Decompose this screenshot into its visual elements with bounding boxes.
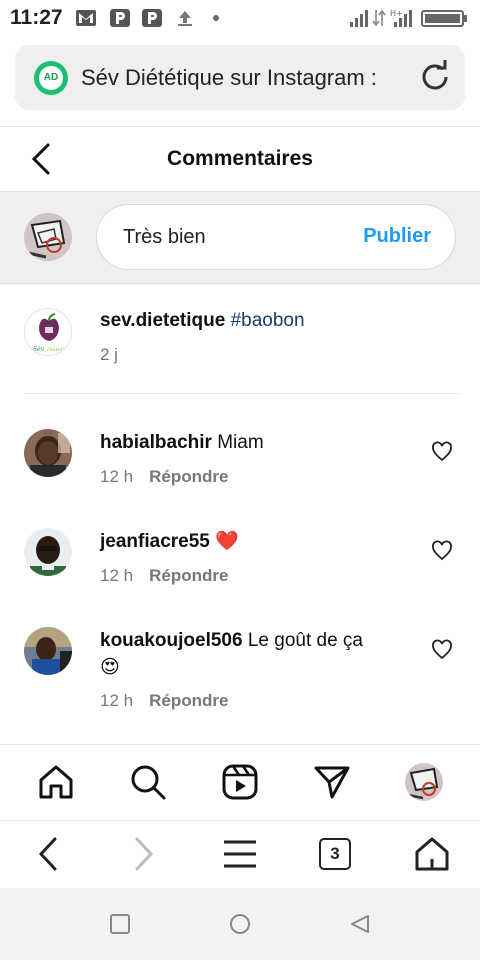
comment-username[interactable]: kouakoujoel506 bbox=[100, 630, 243, 651]
signal-icon bbox=[350, 10, 368, 27]
status-time: 11:27 bbox=[10, 6, 63, 29]
browser-toolbar: 3 bbox=[0, 820, 480, 888]
comment-text: jeanfiacre55 ❤️ bbox=[100, 528, 400, 555]
heart-outline-icon[interactable] bbox=[430, 440, 454, 464]
site-badge-icon: AD bbox=[34, 61, 68, 95]
site-badge-text: AD bbox=[39, 66, 63, 90]
heart-outline-icon[interactable] bbox=[430, 638, 454, 662]
comment-meta: 12 h Répondre bbox=[100, 467, 228, 487]
bottom-nav bbox=[0, 744, 480, 820]
comment-composer: Très bien Publier bbox=[0, 192, 480, 284]
caption-time: 2 j bbox=[100, 345, 118, 364]
comment-item: jeanfiacre55 ❤️ 12 h Répondre bbox=[24, 528, 454, 598]
reels-icon[interactable] bbox=[221, 763, 259, 801]
comment-item: kouakoujoel506 Le goût de ça 😍 12 h Répon… bbox=[24, 627, 454, 717]
page-title: Commentaires bbox=[167, 147, 313, 170]
gmail-icon bbox=[76, 10, 96, 26]
comment-time: 12 h bbox=[100, 566, 134, 585]
battery-icon bbox=[421, 10, 467, 27]
status-bar: 11:27 H+ bbox=[0, 0, 480, 36]
back-icon[interactable] bbox=[30, 835, 68, 873]
comment-username[interactable]: jeanfiacre55 bbox=[100, 531, 210, 552]
reply-button[interactable]: Répondre bbox=[149, 467, 228, 486]
heart-outline-icon[interactable] bbox=[430, 539, 454, 563]
svg-text:Sév: Sév bbox=[33, 346, 45, 353]
back-triangle-icon[interactable] bbox=[349, 913, 371, 935]
comment-meta: 12 h Répondre bbox=[100, 691, 228, 711]
search-icon[interactable] bbox=[129, 763, 167, 801]
screen: 11:27 H+ AD Sév Diététique sur Instagram… bbox=[0, 0, 480, 960]
comment-item: habialbachir Miam 12 h Répondre bbox=[24, 429, 454, 499]
comment-body: Miam bbox=[217, 432, 264, 453]
caption-username[interactable]: sev.dietetique bbox=[100, 310, 225, 331]
svg-text:H+: H+ bbox=[390, 9, 403, 18]
caption-text: sev.dietetique #baobon bbox=[100, 310, 305, 332]
comment-input[interactable]: Très bien Publier bbox=[96, 204, 456, 270]
reload-icon[interactable] bbox=[417, 59, 453, 95]
comment-meta: 12 h Répondre bbox=[100, 566, 228, 586]
direct-icon[interactable] bbox=[313, 763, 351, 801]
tab-count[interactable]: 3 bbox=[319, 838, 351, 870]
profile-avatar[interactable] bbox=[405, 763, 443, 801]
avatar[interactable] bbox=[24, 213, 72, 261]
home-circle-icon[interactable] bbox=[229, 913, 251, 935]
home-icon[interactable] bbox=[37, 763, 75, 801]
publish-button[interactable]: Publier bbox=[363, 225, 431, 248]
home-icon[interactable] bbox=[413, 835, 451, 873]
comment-input-text[interactable]: Très bien bbox=[123, 226, 206, 249]
dot-icon bbox=[213, 15, 219, 21]
avatar[interactable]: Sév Diététique bbox=[24, 308, 72, 356]
menu-icon[interactable] bbox=[221, 835, 259, 873]
parking-icon bbox=[142, 9, 162, 27]
caption-hashtag[interactable]: #baobon bbox=[231, 310, 305, 331]
recents-icon[interactable] bbox=[109, 913, 131, 935]
tabs-icon[interactable]: 3 bbox=[319, 838, 357, 876]
svg-text:Diététique: Diététique bbox=[46, 346, 72, 353]
hplus-signal-icon: H+ bbox=[390, 9, 412, 27]
comments-header: Commentaires bbox=[0, 126, 480, 192]
comment-username[interactable]: habialbachir bbox=[100, 432, 212, 453]
heart-eyes-emoji: 😍 bbox=[100, 657, 120, 678]
data-arrows-icon bbox=[372, 9, 386, 27]
forward-icon[interactable] bbox=[124, 835, 162, 873]
avatar[interactable] bbox=[24, 429, 72, 477]
page-url-title[interactable]: Sév Diététique sur Instagram : bbox=[81, 65, 403, 93]
avatar[interactable] bbox=[24, 627, 72, 675]
avatar[interactable] bbox=[24, 528, 72, 576]
reply-button[interactable]: Répondre bbox=[149, 566, 228, 585]
android-nav-bar bbox=[0, 888, 480, 960]
comment-time: 12 h bbox=[100, 467, 134, 486]
url-bar[interactable]: AD Sév Diététique sur Instagram : bbox=[15, 45, 465, 110]
comment-body: Le goût de ça bbox=[247, 630, 363, 651]
upload-icon bbox=[178, 11, 192, 26]
parking-icon bbox=[110, 9, 130, 27]
status-right-icons: H+ bbox=[350, 9, 467, 27]
reply-button[interactable]: Répondre bbox=[149, 691, 228, 710]
post-caption: Sév Diététique sev.dietetique #baobon 2 … bbox=[24, 300, 459, 394]
heart-emoji: ❤️ bbox=[215, 531, 239, 552]
comment-text: habialbachir Miam bbox=[100, 429, 400, 456]
comment-time: 12 h bbox=[100, 691, 134, 710]
comment-text: kouakoujoel506 Le goût de ça 😍 bbox=[100, 627, 380, 681]
